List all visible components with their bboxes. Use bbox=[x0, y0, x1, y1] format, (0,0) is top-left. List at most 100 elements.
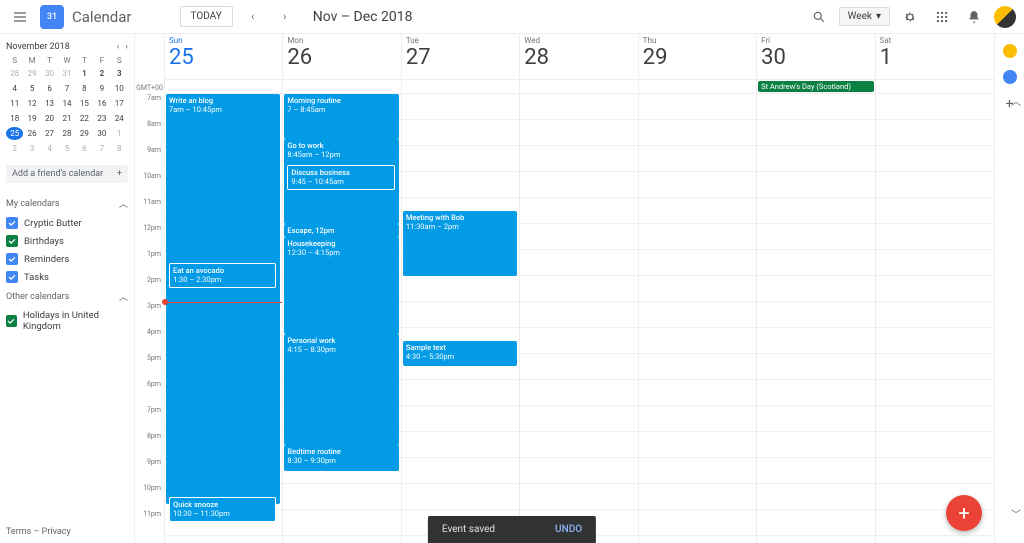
scroll-up-button[interactable]: ︿ bbox=[1010, 94, 1022, 106]
calendar-item[interactable]: Reminders bbox=[6, 250, 128, 268]
my-calendars-section[interactable]: My calendars︿ bbox=[6, 193, 128, 214]
mini-day[interactable]: 3 bbox=[23, 142, 40, 155]
mini-day[interactable]: 2 bbox=[6, 142, 23, 155]
mini-day[interactable]: 31 bbox=[58, 67, 75, 80]
mini-day[interactable]: 23 bbox=[93, 112, 110, 125]
mini-day[interactable]: 7 bbox=[93, 142, 110, 155]
mini-day[interactable]: 30 bbox=[93, 127, 110, 140]
search-icon[interactable] bbox=[807, 5, 831, 29]
day-column[interactable]: Sun25 Write an blog7am – 10:45pmEat an av… bbox=[165, 34, 283, 543]
day-header[interactable]: Mon26 bbox=[283, 34, 400, 79]
hamburger-icon[interactable] bbox=[8, 5, 32, 29]
mini-day[interactable]: 10 bbox=[111, 82, 128, 95]
mini-calendar[interactable]: SMTWTFS282930311234567891011121314151617… bbox=[6, 56, 128, 155]
calendar-item[interactable]: Birthdays bbox=[6, 232, 128, 250]
next-week-button[interactable]: › bbox=[273, 5, 297, 29]
calendar-item[interactable]: Tasks bbox=[6, 268, 128, 286]
mini-day[interactable]: 2 bbox=[93, 67, 110, 80]
event-chip[interactable]: Eat an avocado1:30 – 2:30pm bbox=[169, 263, 276, 288]
mini-day[interactable]: 1 bbox=[111, 127, 128, 140]
mini-day[interactable]: 28 bbox=[58, 127, 75, 140]
mini-day[interactable]: 28 bbox=[6, 67, 23, 80]
mini-day[interactable]: 5 bbox=[23, 82, 40, 95]
day-slots[interactable] bbox=[639, 94, 756, 543]
allday-event[interactable]: St Andrew's Day (Scotland) bbox=[758, 81, 873, 92]
prev-week-button[interactable]: ‹ bbox=[241, 5, 265, 29]
day-header[interactable]: Thu29 bbox=[639, 34, 756, 79]
mini-day[interactable]: 6 bbox=[41, 82, 58, 95]
other-calendars-section[interactable]: Other calendars︿ bbox=[6, 286, 128, 307]
mini-day[interactable]: 3 bbox=[111, 67, 128, 80]
notifications-icon[interactable] bbox=[962, 5, 986, 29]
scroll-down-button[interactable]: ﹀ bbox=[1010, 507, 1022, 519]
mini-day[interactable]: 30 bbox=[41, 67, 58, 80]
mini-day[interactable]: 15 bbox=[76, 97, 93, 110]
mini-day[interactable]: 1 bbox=[76, 67, 93, 80]
day-slots[interactable] bbox=[757, 94, 874, 543]
calendar-item[interactable]: Cryptic Butter bbox=[6, 214, 128, 232]
mini-day[interactable]: 20 bbox=[41, 112, 58, 125]
footer-links[interactable]: Terms – Privacy bbox=[6, 521, 128, 543]
settings-icon[interactable] bbox=[898, 5, 922, 29]
mini-day[interactable]: 8 bbox=[76, 82, 93, 95]
mini-day[interactable]: 17 bbox=[111, 97, 128, 110]
event-chip[interactable]: Sample text4:30 – 5:30pm bbox=[403, 341, 517, 366]
mini-day[interactable]: 24 bbox=[111, 112, 128, 125]
mini-prev-button[interactable]: ‹ bbox=[117, 42, 120, 52]
create-event-fab[interactable]: + bbox=[946, 495, 982, 531]
allday-row[interactable] bbox=[520, 79, 637, 94]
event-chip[interactable]: Write an blog7am – 10:45pm bbox=[166, 94, 280, 504]
mini-day[interactable]: 5 bbox=[58, 142, 75, 155]
mini-day[interactable]: 9 bbox=[93, 82, 110, 95]
keep-icon[interactable] bbox=[1003, 44, 1017, 58]
allday-row[interactable] bbox=[639, 79, 756, 94]
event-chip[interactable]: Personal work4:15 – 8:30pm bbox=[284, 334, 398, 445]
event-chip[interactable]: Meeting with Bob11:30am – 2pm bbox=[403, 211, 517, 276]
day-slots[interactable]: Meeting with Bob11:30am – 2pm Sample text… bbox=[402, 94, 519, 543]
day-header[interactable]: Sat1 bbox=[876, 34, 994, 79]
mini-day[interactable]: 4 bbox=[41, 142, 58, 155]
add-friend-calendar[interactable]: Add a friend's calendar + bbox=[6, 165, 128, 183]
day-column[interactable]: Thu29 bbox=[639, 34, 757, 543]
mini-day[interactable]: 21 bbox=[58, 112, 75, 125]
allday-row[interactable] bbox=[283, 79, 400, 94]
account-avatar[interactable] bbox=[994, 6, 1016, 28]
mini-day[interactable]: 4 bbox=[6, 82, 23, 95]
mini-next-button[interactable]: › bbox=[125, 42, 128, 52]
mini-day[interactable]: 14 bbox=[58, 97, 75, 110]
mini-day[interactable]: 7 bbox=[58, 82, 75, 95]
tasks-icon[interactable] bbox=[1003, 70, 1017, 84]
allday-row[interactable] bbox=[876, 79, 994, 94]
mini-day[interactable]: 29 bbox=[76, 127, 93, 140]
mini-day[interactable]: 25 bbox=[6, 127, 23, 140]
mini-day[interactable]: 13 bbox=[41, 97, 58, 110]
event-chip[interactable]: Bedtime routine8:30 – 9:30pm bbox=[284, 445, 398, 471]
today-button[interactable]: TODAY bbox=[180, 6, 233, 27]
mini-day[interactable]: 8 bbox=[111, 142, 128, 155]
apps-icon[interactable] bbox=[930, 5, 954, 29]
day-header[interactable]: Tue27 bbox=[402, 34, 519, 79]
calendar-item[interactable]: Holidays in United Kingdom bbox=[6, 307, 128, 335]
day-header[interactable]: Fri30 bbox=[757, 34, 874, 79]
event-chip[interactable]: Housekeeping12:30 – 4:15pm bbox=[284, 237, 398, 334]
allday-row[interactable] bbox=[165, 79, 282, 94]
day-column[interactable]: Mon26Morning routine7 – 8:45amGo to work… bbox=[283, 34, 401, 543]
mini-day[interactable]: 6 bbox=[76, 142, 93, 155]
day-header[interactable]: Wed28 bbox=[520, 34, 637, 79]
mini-day[interactable]: 16 bbox=[93, 97, 110, 110]
day-slots[interactable] bbox=[876, 94, 994, 543]
mini-day[interactable]: 27 bbox=[41, 127, 58, 140]
mini-day[interactable]: 11 bbox=[6, 97, 23, 110]
event-chip[interactable]: Quick snooze10:30 – 11:30pm bbox=[169, 497, 276, 522]
day-header[interactable]: Sun25 bbox=[165, 34, 282, 79]
event-chip[interactable]: Discuss business9:45 – 10:45am bbox=[287, 165, 394, 190]
undo-button[interactable]: UNDO bbox=[555, 524, 582, 535]
day-column[interactable]: Tue27 Meeting with Bob11:30am – 2pm Sample… bbox=[402, 34, 520, 543]
mini-day[interactable]: 12 bbox=[23, 97, 40, 110]
mini-day[interactable]: 18 bbox=[6, 112, 23, 125]
mini-day[interactable]: 19 bbox=[23, 112, 40, 125]
event-chip[interactable]: Escape, 12pm bbox=[284, 224, 398, 237]
allday-row[interactable]: St Andrew's Day (Scotland) bbox=[757, 79, 874, 94]
day-slots[interactable]: Write an blog7am – 10:45pmEat an avocado… bbox=[165, 94, 282, 543]
day-column[interactable]: Wed28 bbox=[520, 34, 638, 543]
